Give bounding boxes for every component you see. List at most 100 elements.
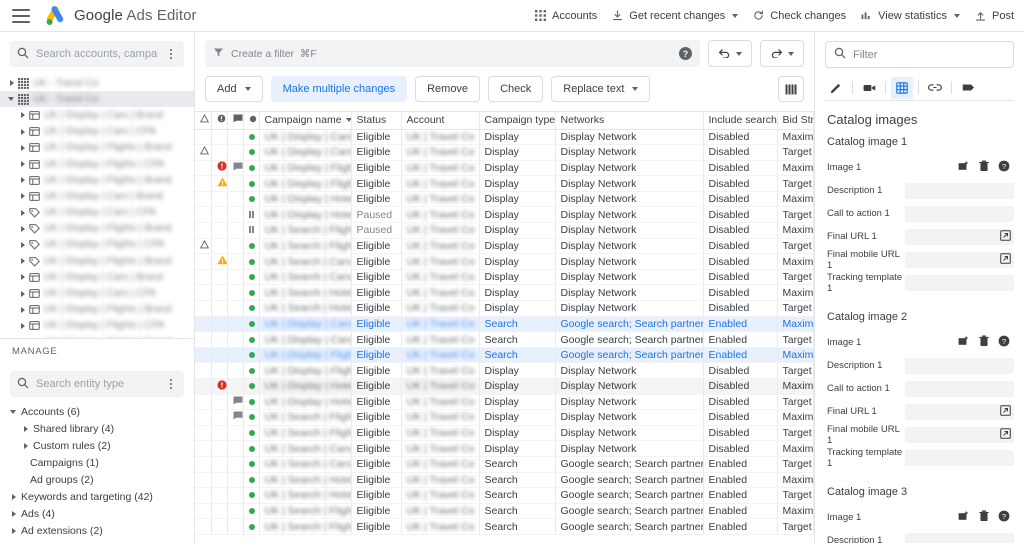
cell-include[interactable]: Disabled xyxy=(703,300,778,317)
chevron-down-icon[interactable] xyxy=(10,409,16,414)
cell-campaign-name[interactable]: UK | Display | Cars | CPA xyxy=(259,144,352,161)
top-nav-check-changes[interactable]: Check changes xyxy=(752,9,846,22)
cell-include[interactable]: Disabled xyxy=(703,253,778,270)
tree-item-account[interactable]: UK - Travel Co xyxy=(0,75,194,91)
cell-status[interactable]: Eligible xyxy=(351,503,402,520)
cell-ctype[interactable]: Display xyxy=(479,222,556,239)
cell-account[interactable]: UK | Travel Co xyxy=(401,238,480,255)
row-comment-cell[interactable] xyxy=(227,440,244,457)
row-warning-cell[interactable] xyxy=(195,456,212,473)
cell-status[interactable]: Eligible xyxy=(351,394,402,411)
chevron-right-icon[interactable] xyxy=(24,442,28,449)
cell-include[interactable]: Disabled xyxy=(703,144,778,161)
cell-networks[interactable]: Display Network xyxy=(555,409,704,426)
trash-icon[interactable] xyxy=(979,510,989,525)
cell-campaign-name[interactable]: UK | Search | Flights | CPA xyxy=(259,518,352,535)
top-nav-accounts[interactable]: Accounts xyxy=(534,9,597,22)
cell-bid[interactable]: Target CPA xyxy=(777,238,814,255)
cell-account[interactable]: UK | Travel Co xyxy=(401,347,480,364)
manage-item[interactable]: Ad groups (2) xyxy=(0,471,194,488)
chevron-right-icon[interactable] xyxy=(21,209,25,216)
cell-status[interactable]: Eligible xyxy=(351,472,402,489)
cell-include[interactable]: Disabled xyxy=(703,206,778,224)
cell-bid[interactable]: Target CPA xyxy=(777,300,814,317)
manage-search-overflow-icon[interactable] xyxy=(165,378,177,390)
top-nav-get-recent-changes[interactable]: Get recent changes xyxy=(611,9,739,22)
cell-account[interactable]: UK | Travel Co xyxy=(401,472,480,489)
cell-include[interactable]: Disabled xyxy=(703,284,778,302)
cell-status[interactable]: Eligible xyxy=(351,144,402,161)
table-row[interactable]: UK | Display | Cars | Brand Eligible UK | … xyxy=(195,316,814,333)
tree-item-campaign[interactable]: UK | Display | Flights | Brand xyxy=(0,302,194,318)
top-nav-view-statistics[interactable]: View statistics xyxy=(860,9,960,22)
cell-campaign-name[interactable]: UK | Display | Flights | CPA xyxy=(259,175,352,192)
external-link-icon[interactable] xyxy=(1000,404,1011,419)
row-warning-cell[interactable] xyxy=(195,206,212,224)
tree-item-campaign[interactable]: UK | Display | Cars | Brand xyxy=(0,188,194,204)
manage-item[interactable]: Ad extensions (2) xyxy=(0,522,194,539)
row-error-cell[interactable] xyxy=(211,409,228,426)
row-error-cell[interactable] xyxy=(211,238,228,255)
table-row[interactable]: UK | Display | Hotels | Brand Eligible UK … xyxy=(195,378,814,395)
tree-item-campaign[interactable]: UK | Display | Flights | Brand xyxy=(0,172,194,188)
property-field-input[interactable] xyxy=(905,532,1014,543)
row-comment-cell[interactable] xyxy=(227,144,244,161)
row-warning-cell[interactable] xyxy=(195,518,212,535)
tree-item-campaign[interactable]: UK | Display | Flights | CPA xyxy=(0,318,194,334)
cell-account[interactable]: UK | Travel Co xyxy=(401,222,480,239)
cell-campaign-name[interactable]: UK | Display | Flights | CPA xyxy=(259,362,352,379)
row-warning-cell[interactable] xyxy=(195,238,212,255)
cell-status[interactable]: Eligible xyxy=(351,316,402,333)
row-comment-cell[interactable] xyxy=(227,284,244,302)
row-error-cell[interactable] xyxy=(211,378,228,395)
cell-campaign-name[interactable]: UK | Display | Flights | Brand xyxy=(259,160,352,177)
cell-status[interactable]: Paused xyxy=(351,222,402,239)
cell-campaign-name[interactable]: UK | Search | Hotels | CPA xyxy=(259,487,352,504)
table-row[interactable]: UK | Display | Flights | CPA Eligible UK |… xyxy=(195,362,814,379)
row-comment-cell[interactable] xyxy=(227,331,244,348)
cell-ctype[interactable]: Search xyxy=(479,518,556,535)
cell-campaign-name[interactable]: UK | Display | Hotels | Brand xyxy=(259,191,352,208)
cell-status[interactable]: Eligible xyxy=(351,300,402,317)
row-comment-cell[interactable] xyxy=(227,518,244,535)
chevron-right-icon[interactable] xyxy=(21,177,25,184)
row-warning-cell[interactable] xyxy=(195,316,212,333)
column-header-name[interactable]: Campaign name xyxy=(259,112,352,130)
cell-bid[interactable]: Maximize clic... xyxy=(777,129,814,146)
row-warning-cell[interactable] xyxy=(195,160,212,177)
cell-account[interactable]: UK | Travel Co xyxy=(401,269,480,286)
cell-networks[interactable]: Google search; Search partners xyxy=(555,472,704,489)
cell-status[interactable]: Eligible xyxy=(351,160,402,177)
row-error-cell[interactable] xyxy=(211,362,228,379)
cell-bid[interactable]: Target CPA xyxy=(777,144,814,161)
cell-include[interactable]: Disabled xyxy=(703,394,778,411)
manage-item[interactable]: Accounts (6) xyxy=(0,403,194,420)
cell-networks[interactable]: Google search; Search partners xyxy=(555,487,704,504)
chevron-right-icon[interactable] xyxy=(21,193,25,200)
cell-status[interactable]: Eligible xyxy=(351,238,402,255)
cell-ctype[interactable]: Search xyxy=(479,347,556,364)
table-row[interactable]: UK | Display | Flights | Brand Eligible UK… xyxy=(195,347,814,364)
row-comment-cell[interactable] xyxy=(227,425,244,442)
cell-bid[interactable]: Target CPA xyxy=(777,394,814,411)
cell-networks[interactable]: Display Network xyxy=(555,300,704,317)
tree-item-campaign[interactable]: UK | Display | Flights | CPA xyxy=(0,156,194,172)
cell-include[interactable]: Disabled xyxy=(703,160,778,177)
row-comment-cell[interactable] xyxy=(227,191,244,208)
row-warning-cell[interactable] xyxy=(195,378,212,395)
chevron-right-icon[interactable] xyxy=(21,112,25,119)
cell-networks[interactable]: Display Network xyxy=(555,394,704,411)
toolbar-button-check[interactable]: Check xyxy=(488,76,544,102)
column-header-warn[interactable] xyxy=(195,112,212,130)
external-link-icon[interactable] xyxy=(1000,427,1011,442)
cell-account[interactable]: UK | Travel Co xyxy=(401,425,480,442)
cell-bid[interactable]: Maximize clic... xyxy=(777,347,814,364)
cell-bid[interactable]: Maximize clic... xyxy=(777,191,814,208)
row-error-cell[interactable] xyxy=(211,300,228,317)
trash-icon[interactable] xyxy=(979,335,989,350)
cell-bid[interactable]: Target CPA xyxy=(777,362,814,379)
row-error-cell[interactable] xyxy=(211,487,228,504)
cell-campaign-name[interactable]: UK | Display | Hotels | CPA xyxy=(259,206,352,224)
row-warning-cell[interactable] xyxy=(195,347,212,364)
help-circle-icon[interactable]: ? xyxy=(998,160,1010,175)
